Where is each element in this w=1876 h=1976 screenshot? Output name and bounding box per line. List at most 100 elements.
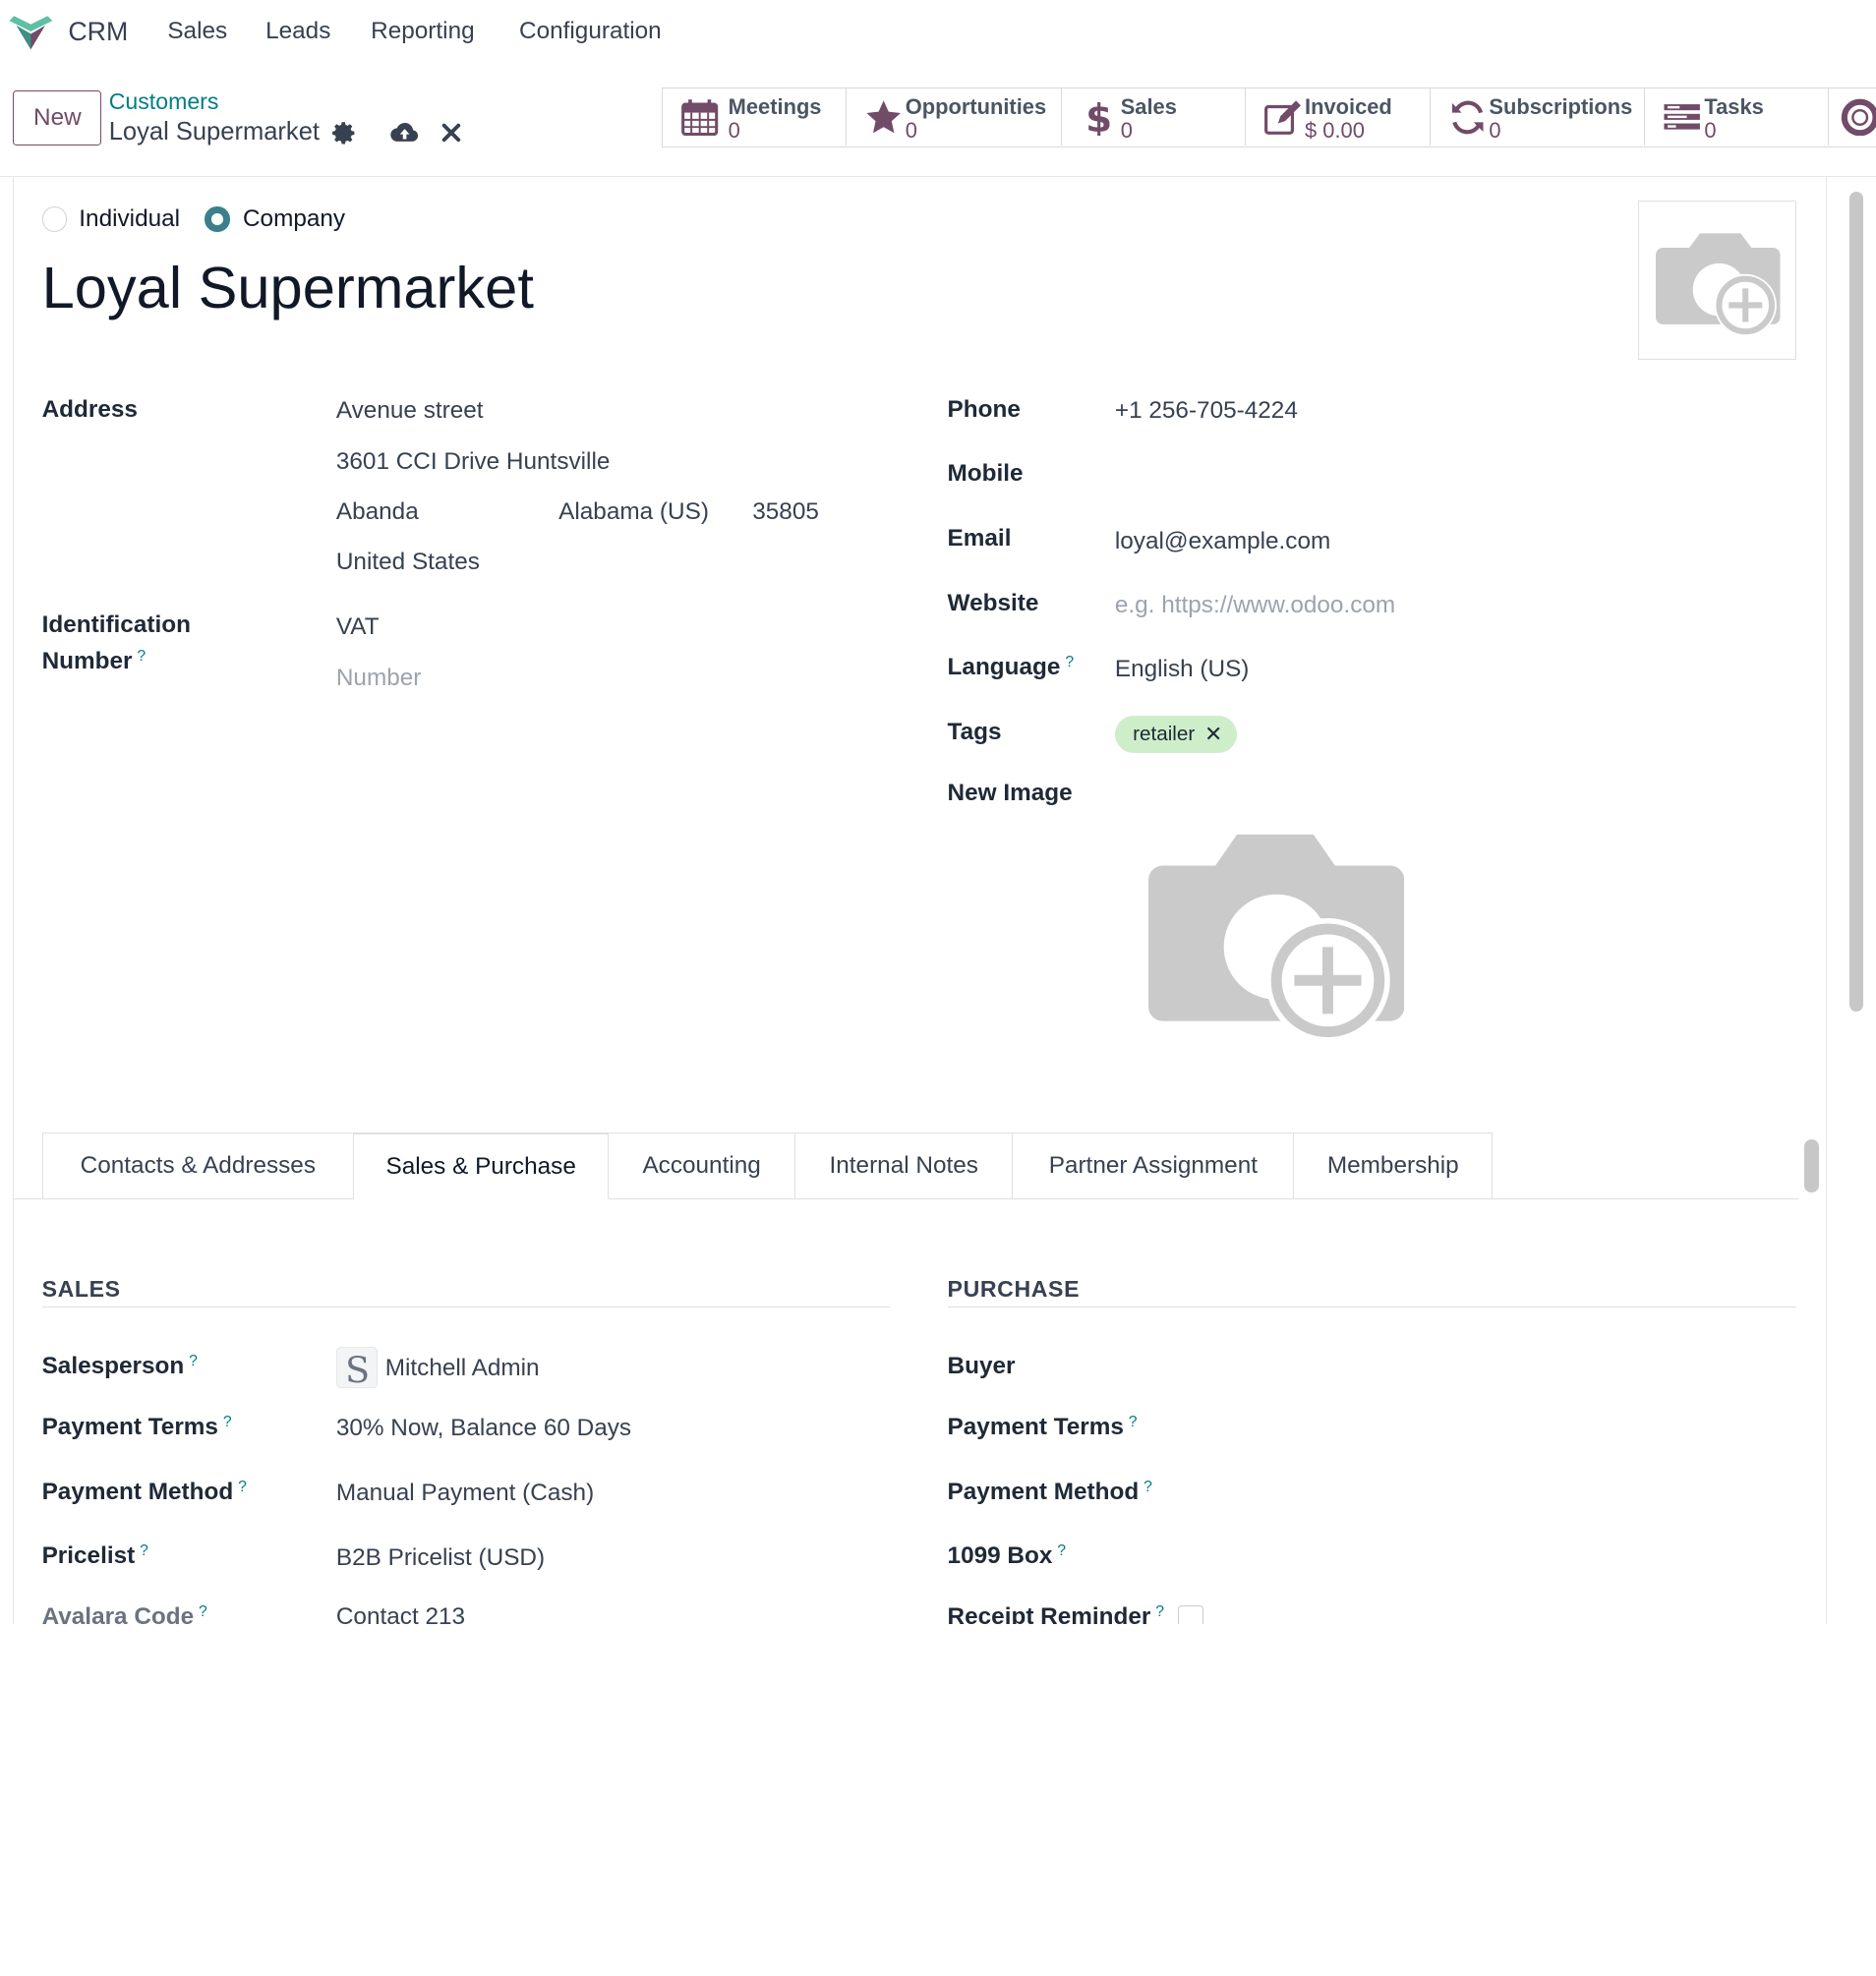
breadcrumb-current: Loyal Supermarket xyxy=(108,118,320,146)
stat-label: Meetings xyxy=(728,93,822,119)
purchase-heading: PURCHASE xyxy=(947,1276,1081,1303)
payment-method-field[interactable]: Manual Payment (Cash) xyxy=(336,1480,594,1507)
salesperson-label-wrap: Salesperson? xyxy=(42,1353,198,1380)
sales-heading: SALES xyxy=(41,1276,121,1303)
email-label: Email xyxy=(947,525,1012,552)
tag-badge: retailer ✕ xyxy=(1114,715,1237,754)
app-name[interactable]: CRM xyxy=(68,17,128,47)
meetings-button[interactable]: Meetings 0 xyxy=(663,87,848,146)
receipt-reminder-checkbox[interactable] xyxy=(1178,1604,1203,1625)
phone-label: Phone xyxy=(947,395,1021,423)
tab-accounting[interactable]: Accounting xyxy=(609,1133,796,1200)
partner-name[interactable]: Loyal Supermarket xyxy=(42,254,534,321)
breadcrumb-customers[interactable]: Customers xyxy=(109,88,219,115)
stat-label: Opportunities xyxy=(905,93,1047,119)
help-tooltip[interactable]: ? xyxy=(1129,1414,1138,1430)
scrollbar-thumb[interactable] xyxy=(1848,191,1864,1013)
language-field[interactable]: English (US) xyxy=(1115,656,1250,683)
mobile-label: Mobile xyxy=(947,460,1024,488)
help-tooltip[interactable]: ? xyxy=(189,1353,198,1369)
tags-label: Tags xyxy=(947,719,1002,746)
invoice-edit-icon xyxy=(1264,99,1302,135)
help-tooltip[interactable]: ? xyxy=(199,1603,207,1620)
dollar-icon: $ xyxy=(1085,98,1112,137)
tab-contacts-addresses[interactable]: Contacts & Addresses xyxy=(41,1133,355,1200)
email-field[interactable]: loyal@example.com xyxy=(1115,528,1330,555)
tasks-button[interactable]: Tasks 0 xyxy=(1645,87,1829,146)
top-navbar: CRM Sales Leads Reporting Configuration xyxy=(0,0,1876,67)
tab-sales-purchase[interactable]: Sales & Purchase xyxy=(354,1133,610,1200)
help-tooltip[interactable]: ? xyxy=(137,648,146,665)
menu-reporting[interactable]: Reporting xyxy=(371,18,475,45)
help-tooltip[interactable]: ? xyxy=(140,1542,148,1559)
discard-icon[interactable] xyxy=(440,122,462,144)
gear-icon[interactable] xyxy=(331,120,358,146)
purchase-payment-terms-label: Payment Terms xyxy=(947,1414,1124,1441)
country-field[interactable]: United States xyxy=(336,549,480,576)
identification-label: Identification xyxy=(41,610,191,638)
stat-label: Sales xyxy=(1120,93,1177,119)
radio-individual-label[interactable]: Individual xyxy=(79,205,180,233)
id-number-field[interactable]: Number xyxy=(336,665,422,692)
phone-field[interactable]: +1 256-705-4224 xyxy=(1115,397,1298,425)
tag-remove-icon[interactable]: ✕ xyxy=(1204,722,1222,747)
zip-field[interactable]: 35805 xyxy=(752,498,819,526)
menu-sales[interactable]: Sales xyxy=(167,18,227,45)
more-button[interactable] xyxy=(1829,88,1876,145)
avatar: S xyxy=(335,1346,379,1391)
pricelist-label-wrap: Pricelist? xyxy=(42,1542,148,1570)
stat-label: Subscriptions xyxy=(1489,93,1633,119)
subscriptions-button[interactable]: Subscriptions 0 xyxy=(1431,87,1645,146)
form-sheet xyxy=(13,177,1827,1625)
sales-button[interactable]: $ Sales 0 xyxy=(1062,87,1247,146)
help-tooltip[interactable]: ? xyxy=(1065,654,1074,670)
pricelist-field[interactable]: B2B Pricelist (USD) xyxy=(336,1544,545,1572)
svg-text:S: S xyxy=(345,1349,370,1389)
calendar-icon xyxy=(680,98,719,136)
tab-scrollbar[interactable] xyxy=(1803,1139,1820,1192)
help-tooltip[interactable]: ? xyxy=(238,1479,247,1495)
refresh-icon xyxy=(1451,100,1484,134)
stat-value: 0 xyxy=(1120,118,1133,144)
help-tooltip[interactable]: ? xyxy=(223,1414,232,1430)
payment-terms-field[interactable]: 30% Now, Balance 60 Days xyxy=(336,1415,631,1442)
receipt-reminder-label-wrap: Receipt Reminder? xyxy=(948,1603,1165,1624)
star-icon xyxy=(866,99,902,133)
menu-leads[interactable]: Leads xyxy=(265,18,330,45)
crm-logo-icon[interactable] xyxy=(7,15,55,50)
street-field[interactable]: Avenue street xyxy=(336,397,484,425)
help-tooltip[interactable]: ? xyxy=(1057,1542,1066,1559)
crm-customer-form: CRM Sales Leads Reporting Configuration … xyxy=(0,0,1876,1625)
cloud-upload-icon[interactable] xyxy=(389,120,419,146)
stat-value: $ 0.00 xyxy=(1305,118,1365,144)
language-label: Language xyxy=(947,654,1061,681)
radio-company-label[interactable]: Company xyxy=(243,205,345,233)
website-field[interactable]: e.g. https://www.odoo.com xyxy=(1115,592,1395,619)
svg-text:$: $ xyxy=(1085,98,1112,137)
stat-value: 0 xyxy=(1704,118,1717,144)
new-image-upload-icon[interactable] xyxy=(1147,830,1405,1057)
pricelist-label: Pricelist xyxy=(41,1542,136,1570)
help-tooltip[interactable]: ? xyxy=(1143,1479,1152,1495)
new-button[interactable]: New xyxy=(13,90,102,146)
invoiced-button[interactable]: Invoiced $ 0.00 xyxy=(1246,87,1431,146)
avatar-upload[interactable] xyxy=(1637,201,1797,361)
salesperson-field[interactable]: Mitchell Admin xyxy=(385,1355,540,1382)
smart-buttons: Meetings 0 Opportunities 0 $ Sales 0 Inv… xyxy=(661,87,1876,147)
state-field[interactable]: Alabama (US) xyxy=(558,498,709,526)
tag-label: retailer xyxy=(1133,722,1196,745)
radio-company[interactable] xyxy=(205,206,230,233)
tab-partner-assignment[interactable]: Partner Assignment xyxy=(1013,1133,1295,1200)
city-field[interactable]: Abanda xyxy=(336,498,419,526)
help-tooltip[interactable]: ? xyxy=(1155,1603,1164,1620)
menu-configuration[interactable]: Configuration xyxy=(519,18,662,45)
tab-membership[interactable]: Membership xyxy=(1294,1133,1494,1200)
street2-field[interactable]: 3601 CCI Drive Huntsville xyxy=(336,448,611,476)
tab-internal-notes[interactable]: Internal Notes xyxy=(795,1133,1014,1200)
sales-divider xyxy=(41,1306,891,1308)
radio-individual[interactable] xyxy=(41,206,68,233)
id-type-field[interactable]: VAT xyxy=(336,613,380,641)
buyer-label: Buyer xyxy=(947,1352,1016,1379)
stat-value: 0 xyxy=(905,118,917,144)
opportunities-button[interactable]: Opportunities 0 xyxy=(847,87,1063,146)
